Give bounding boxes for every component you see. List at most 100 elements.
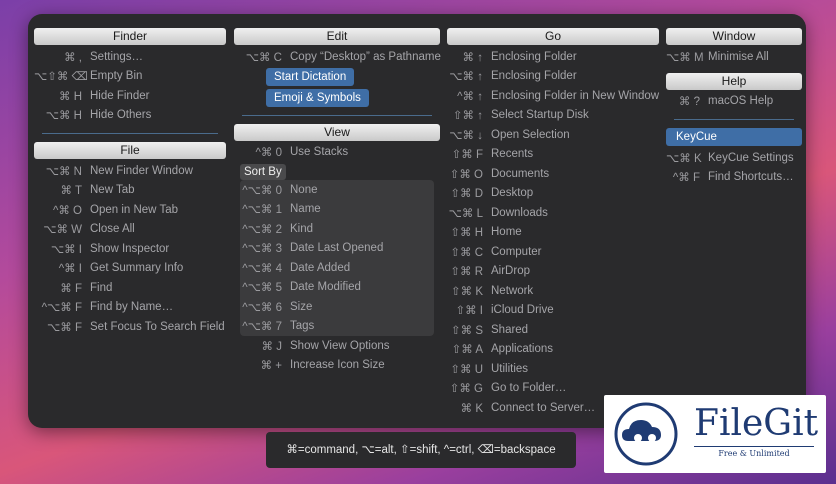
menu-item[interactable]: ⌘ J Show View Options [234,336,440,356]
submenu-sort-by[interactable]: Sort By [240,164,286,180]
menu-item[interactable]: ^⌥⌘ 6 Size [240,297,434,317]
menu-item-label: Downloads [491,206,548,219]
menu-item[interactable]: ⌥⌘ C Copy “Desktop” as Pathname [234,47,441,67]
shortcut-keys: ⇧⌘ ↑ [452,110,483,123]
menu-item[interactable]: ^⌘ F Find Shortcuts… [666,168,802,188]
cloud-logo-icon [614,402,678,466]
menu-item[interactable]: ⇧⌘ K Network [447,281,659,301]
menu-item[interactable]: ⇧⌘ F Recents [447,145,659,165]
menu-item[interactable]: ⌘ + Increase Icon Size [234,356,440,376]
menu-item[interactable]: ^⌥⌘ F Find by Name… [34,298,226,318]
menu-item[interactable]: ^⌥⌘ 5 Date Modified [240,278,434,298]
watermark-subtitle: Free & Unlimited [694,446,814,458]
menu-item[interactable]: ^⌘ ↑ Enclosing Folder in New Window [447,86,659,106]
menu-item[interactable]: ⌥⌘ ↑ Enclosing Folder [447,67,659,87]
menu-item-label: Computer [491,245,542,258]
shortcut-keys: ⇧⌘ S [450,324,483,337]
menu-item[interactable]: ^⌥⌘ 4 Date Added [240,258,434,278]
menu-item[interactable]: ⌥⌘ I Show Inspector [34,239,226,259]
shortcut-keys: ⇧⌘ K [450,285,483,298]
shortcut-keys: ⇧⌘ H [450,227,483,240]
menu-item[interactable]: ⇧⌘ U Utilities [447,359,659,379]
menu-item[interactable]: ⌥⌘ L Downloads [447,203,659,223]
menu-item-label: Connect to Server… [491,401,596,414]
menu-item-label: Documents [491,167,550,180]
menu-item-label: Open in New Tab [90,203,179,216]
menu-item-label: New Tab [90,184,135,197]
menu-item-label: iCloud Drive [491,304,554,317]
menu-item-label: Minimise All [708,50,769,63]
menu-item[interactable]: ^⌥⌘ 7 Tags [240,317,434,337]
menu-item[interactable]: ⇧⌘ I iCloud Drive [447,301,659,321]
shortcut-keys: ⌘ K [460,402,483,415]
shortcut-keys: ^⌥⌘ 3 [242,243,282,256]
menu-item-label: Recents [491,148,534,161]
menu-item-label: Copy “Desktop” as Pathname [290,50,441,63]
menu-header-finder[interactable]: Finder [34,28,226,45]
menu-item-start-dictation[interactable]: Start Dictation [266,67,355,86]
sort-by-submenu: ^⌥⌘ 0 None ^⌥⌘ 1 Name ^⌥⌘ 2 Kind ^⌥⌘ 3 Date Las… [240,180,434,336]
menu-item[interactable]: ⇧⌘ A Applications [447,340,659,360]
menu-item-label: Kind [290,222,314,235]
column-go: Go ⌘ ↑ Enclosing Folder ⌥⌘ ↑ Enclosing Fold… [447,28,659,418]
menu-item-label: Enclosing Folder [491,50,577,63]
menu-item[interactable]: ⇧⌘ R AirDrop [447,262,659,282]
menu-item[interactable]: ⇧⌘ C Computer [447,242,659,262]
menu-item[interactable]: ^⌘ O Open in New Tab [34,200,226,220]
watermark-title: FileGit [694,403,819,444]
shortcut-keys: ^⌘ O [52,204,82,217]
filegit-watermark: FileGit Free & Unlimited [604,395,826,473]
menu-item[interactable]: ⇧⌘ O Documents [447,164,659,184]
menu-item[interactable]: ⌘ F Find [34,278,226,298]
menu-item[interactable]: ⇧⌘ ↑ Select Startup Disk [447,106,659,126]
shortcut-keys: ⌥⌘ N [45,165,82,178]
menu-item-label: Find Shortcuts… [708,171,794,184]
menu-item[interactable]: ⌥⌘ W Close All [34,220,226,240]
menu-item[interactable]: ⌥⌘ F Set Focus To Search Field [34,317,226,337]
menu-item[interactable]: ⌘ T New Tab [34,181,226,201]
menu-item[interactable]: ^⌥⌘ 0 None [240,180,434,200]
menu-item[interactable]: ⌥⌘ K KeyCue Settings [666,148,802,168]
divider [674,119,794,120]
menu-item[interactable]: ^⌥⌘ 1 Name [240,200,434,220]
menu-item[interactable]: ⌥⌘ ↓ Open Selection [447,125,659,145]
menu-item-label: Hide Others [90,109,152,122]
menu-header-edit[interactable]: Edit [234,28,440,45]
menu-item[interactable]: ⌥⌘ M Minimise All [666,47,802,67]
shortcut-keys: ^⌥⌘ 0 [242,184,282,197]
menu-item[interactable]: ⌘ H Hide Finder [34,86,226,106]
menu-header-file[interactable]: File [34,142,226,159]
shortcut-keys: ⌥⌘ L [448,207,483,220]
menu-item[interactable]: ⌥⌘ H Hide Others [34,106,226,126]
column-edit: Edit ⌥⌘ C Copy “Desktop” as Pathname Star… [234,28,441,376]
menu-item[interactable]: ⌘ , Settings… [34,47,226,67]
modifier-legend: ⌘=command, ⌥=alt, ⇧=shift, ^=ctrl, ⌫=bac… [266,432,576,468]
menu-item[interactable]: ⌘ ↑ Enclosing Folder [447,47,659,67]
menu-header-view[interactable]: View [234,123,440,141]
menu-item[interactable]: ⌘ ? macOS Help [666,92,802,112]
menu-item[interactable]: ⇧⌘ D Desktop [447,184,659,204]
shortcut-keys: ⌘ H [59,90,82,103]
menu-item-emoji-symbols[interactable]: Emoji & Symbols [266,88,369,107]
menu-item[interactable]: ^⌥⌘ 2 Kind [240,219,434,239]
menu-item-label: Get Summary Info [90,262,184,275]
menu-item[interactable]: ^⌘ 0 Use Stacks [234,143,440,163]
menu-header-go[interactable]: Go [447,28,659,45]
menu-item-label: Enclosing Folder [491,70,577,83]
menu-header-keycue[interactable]: KeyCue [666,128,802,146]
menu-item[interactable]: ⇧⌘ S Shared [447,320,659,340]
menu-item[interactable]: ⌥⇧⌘ ⌫ Empty Bin [34,67,226,87]
menu-header-help[interactable]: Help [666,72,802,90]
column-window: Window ⌥⌘ M Minimise All Help ⌘ ? macOS He… [666,28,802,187]
menu-item[interactable]: ⌥⌘ N New Finder Window [34,161,226,181]
shortcut-keys: ⌘ F [60,282,82,295]
menu-header-window[interactable]: Window [666,28,802,45]
shortcut-keys: ⌥⌘ M [666,51,704,64]
menu-item-label: Date Modified [290,281,361,294]
menu-item-label: Close All [90,223,135,236]
menu-item[interactable]: ^⌥⌘ 3 Date Last Opened [240,239,434,259]
shortcut-keys: ^⌥⌘ F [41,302,82,315]
menu-item-label: None [290,183,318,196]
menu-item[interactable]: ^⌘ I Get Summary Info [34,259,226,279]
menu-item[interactable]: ⇧⌘ H Home [447,223,659,243]
